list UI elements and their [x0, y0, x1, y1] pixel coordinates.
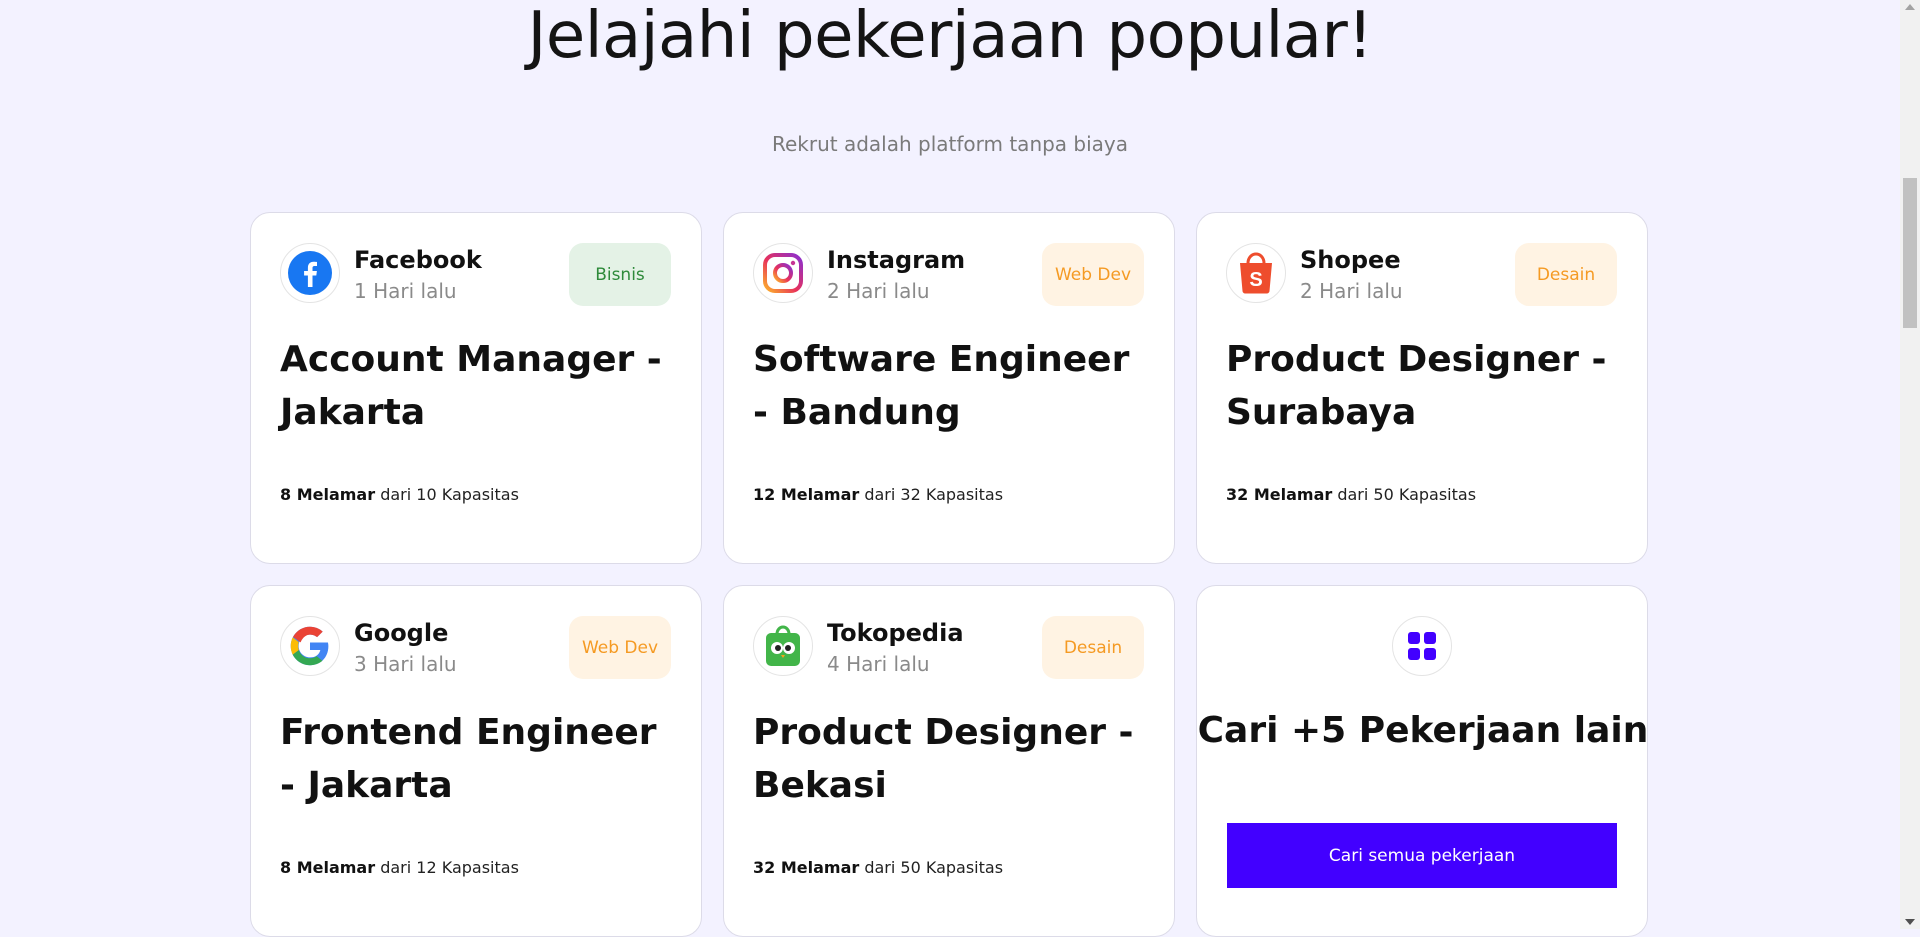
company-name: Instagram	[827, 246, 966, 274]
applicant-stats: 12 Melamar dari 32 Kapasitas	[753, 485, 1003, 504]
capacity-text: dari 32 Kapasitas	[864, 485, 1004, 504]
company-name: Tokopedia	[827, 619, 964, 647]
page-title: Jelajahi pekerjaan popular!	[527, 0, 1373, 73]
applicant-count: 8 Melamar	[280, 485, 376, 504]
posted-time: 4 Hari lalu	[827, 652, 930, 676]
scrollbar-thumb[interactable]	[1903, 178, 1917, 328]
job-grid: Facebook 1 Hari lalu Bisnis Account Mana…	[250, 212, 1648, 937]
job-card[interactable]: Google 3 Hari lalu Web Dev Frontend Engi…	[250, 585, 702, 937]
capacity-text: dari 50 Kapasitas	[1337, 485, 1477, 504]
capacity-text: dari 50 Kapasitas	[864, 858, 1004, 877]
posted-time: 2 Hari lalu	[1300, 279, 1403, 303]
category-tag: Web Dev	[569, 616, 671, 679]
category-tag: Web Dev	[1042, 243, 1144, 306]
shopee-logo-icon: S	[1226, 243, 1286, 303]
company-name: Google	[354, 619, 449, 647]
category-tag: Desain	[1515, 243, 1617, 306]
grid-icon	[1392, 616, 1452, 676]
job-title[interactable]: Frontend Engineer - Jakarta	[280, 706, 680, 812]
applicant-stats: 32 Melamar dari 50 Kapasitas	[1226, 485, 1476, 504]
company-name: Shopee	[1300, 246, 1401, 274]
job-card[interactable]: Tokopedia 4 Hari lalu Desain Product Des…	[723, 585, 1175, 937]
applicant-stats: 8 Melamar dari 10 Kapasitas	[280, 485, 519, 504]
scroll-up-arrow-icon[interactable]	[1905, 4, 1915, 10]
applicant-count: 32 Melamar	[1226, 485, 1333, 504]
scroll-down-arrow-icon[interactable]	[1905, 919, 1915, 925]
facebook-logo-icon	[280, 243, 340, 303]
page: Jelajahi pekerjaan popular! Rekrut adala…	[0, 0, 1900, 937]
more-jobs-card: Cari +5 Pekerjaan lain Cari semua pekerj…	[1196, 585, 1648, 937]
svg-text:S: S	[1249, 269, 1262, 291]
job-title[interactable]: Product Designer - Surabaya	[1226, 333, 1626, 439]
more-jobs-title: Cari +5 Pekerjaan lain	[1197, 710, 1649, 751]
applicant-count: 8 Melamar	[280, 858, 376, 877]
page-subtitle: Rekrut adalah platform tanpa biaya	[771, 132, 1129, 156]
job-title[interactable]: Software Engineer - Bandung	[753, 333, 1153, 439]
job-title[interactable]: Account Manager - Jakarta	[280, 333, 680, 439]
job-card[interactable]: S Shopee 2 Hari lalu Desain Product Desi…	[1196, 212, 1648, 564]
category-tag: Bisnis	[569, 243, 671, 306]
company-name: Facebook	[354, 246, 482, 274]
capacity-text: dari 10 Kapasitas	[380, 485, 519, 504]
vertical-scrollbar[interactable]	[1900, 0, 1920, 929]
posted-time: 1 Hari lalu	[354, 279, 457, 303]
job-card[interactable]: Facebook 1 Hari lalu Bisnis Account Mana…	[250, 212, 702, 564]
tokopedia-logo-icon	[753, 616, 813, 676]
search-all-jobs-button[interactable]: Cari semua pekerjaan	[1227, 823, 1617, 888]
applicant-stats: 32 Melamar dari 50 Kapasitas	[753, 858, 1003, 877]
capacity-text: dari 12 Kapasitas	[380, 858, 519, 877]
job-title[interactable]: Product Designer - Bekasi	[753, 706, 1153, 812]
applicant-count: 32 Melamar	[753, 858, 860, 877]
google-logo-icon	[280, 616, 340, 676]
posted-time: 2 Hari lalu	[827, 279, 930, 303]
job-card[interactable]: Instagram 2 Hari lalu Web Dev Software E…	[723, 212, 1175, 564]
posted-time: 3 Hari lalu	[354, 652, 457, 676]
category-tag: Desain	[1042, 616, 1144, 679]
instagram-logo-icon	[753, 243, 813, 303]
applicant-stats: 8 Melamar dari 12 Kapasitas	[280, 858, 519, 877]
applicant-count: 12 Melamar	[753, 485, 860, 504]
